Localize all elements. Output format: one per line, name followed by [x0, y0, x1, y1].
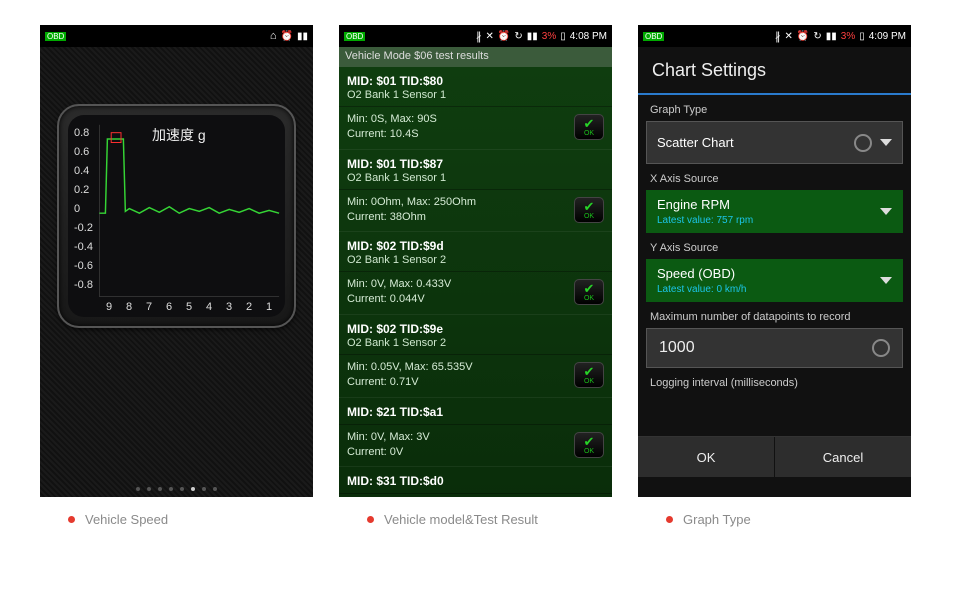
- ok-badge[interactable]: ✔OK: [574, 197, 604, 223]
- status-bar: OBD ∦ ✕ ⏰ ↻ ▮▮ 3% ▯ 4:08 PM: [339, 25, 612, 47]
- obd-icon: OBD: [344, 32, 365, 41]
- caption: Vehicle model&Test Result: [339, 512, 612, 527]
- ok-badge[interactable]: ✔OK: [574, 114, 604, 140]
- obd-icon: OBD: [45, 32, 66, 41]
- max-points-value: 1000: [659, 339, 695, 357]
- graph-type-select[interactable]: Scatter Chart: [646, 121, 903, 164]
- screenshot-vehicle-speed: OBD ⌂ ⏰ ▮▮ 加速度 g: [40, 25, 313, 497]
- bullet-icon: [666, 516, 673, 523]
- x-tick: 7: [146, 301, 152, 313]
- x-tick: 2: [246, 301, 252, 313]
- bullet-icon: [68, 516, 75, 523]
- battery-pct: 3%: [542, 31, 556, 42]
- signal-icon: ▮▮: [297, 31, 308, 42]
- signal-icon: ▮▮: [826, 31, 837, 42]
- ok-badge[interactable]: ✔OK: [574, 432, 604, 458]
- result-header: MID: $02 TID:$9eO2 Bank 1 Sensor 2: [339, 315, 612, 355]
- result-values: Min: 0Ohm, Max: 250OhmCurrent: 38Ohm✔OK: [339, 190, 612, 233]
- bluetooth-icon: ∦: [476, 30, 482, 43]
- y-tick: -0.4: [74, 241, 93, 253]
- screenshot-test-results: OBD ∦ ✕ ⏰ ↻ ▮▮ 3% ▯ 4:08 PM Vehicle Mode…: [339, 25, 612, 497]
- page-indicator: [40, 487, 313, 491]
- y-tick: -0.6: [74, 260, 93, 272]
- max-points-field[interactable]: 1000: [646, 328, 903, 368]
- battery-icon: ▯: [859, 31, 865, 42]
- ok-badge[interactable]: ✔OK: [574, 279, 604, 305]
- x-tick: 6: [166, 301, 172, 313]
- result-values: Min: 0S, Max: 90SCurrent: 10.4S✔OK: [339, 107, 612, 150]
- x-tick: 8: [126, 301, 132, 313]
- radio-icon: [872, 339, 890, 357]
- ok-button[interactable]: OK: [638, 437, 775, 477]
- result-header: MID: $21 TID:$a1: [339, 398, 612, 425]
- mute-icon: ✕: [486, 31, 494, 42]
- y-tick: 0.8: [74, 127, 89, 139]
- y-axis-label: Y Axis Source: [650, 242, 899, 254]
- settings-scroll[interactable]: Graph Type Scatter Chart X Axis Source E…: [638, 95, 911, 436]
- chevron-down-icon: [880, 208, 892, 215]
- y-axis-select[interactable]: Speed (OBD) Latest value: 0 km/h: [646, 259, 903, 302]
- y-tick: 0.4: [74, 165, 89, 177]
- screenshot-chart-settings: OBD ∦ ✕ ⏰ ↻ ▮▮ 3% ▯ 4:09 PM Chart Settin…: [638, 25, 911, 497]
- graph-type-value: Scatter Chart: [657, 135, 734, 150]
- x-tick: 1: [266, 301, 272, 313]
- battery-pct: 3%: [841, 31, 855, 42]
- result-header: MID: $01 TID:$80O2 Bank 1 Sensor 1: [339, 67, 612, 107]
- x-axis-label: X Axis Source: [650, 173, 899, 185]
- dialog-title: Chart Settings: [638, 47, 911, 95]
- result-values: Min: 0.05V, Max: 65.535VCurrent: 0.71V✔O…: [339, 355, 612, 398]
- ok-badge[interactable]: ✔OK: [574, 362, 604, 388]
- y-axis-latest: Latest value: 0 km/h: [657, 284, 747, 295]
- result-header: MID: $01 TID:$87O2 Bank 1 Sensor 1: [339, 150, 612, 190]
- bullet-icon: [367, 516, 374, 523]
- logging-interval-label: Logging interval (milliseconds): [650, 377, 899, 389]
- chart-gauge-frame: 加速度 g 0.80.60.40.20-0.2-0.4-0.6-0.8 9876…: [57, 104, 296, 328]
- x-axis-latest: Latest value: 757 rpm: [657, 215, 753, 226]
- sync-icon: ↻: [813, 31, 821, 42]
- mute-icon: ✕: [785, 31, 793, 42]
- x-tick: 4: [206, 301, 212, 313]
- screen-title: Vehicle Mode $06 test results: [339, 47, 612, 67]
- result-values: Min: 0V, Max: 0.433VCurrent: 0.044V✔OK: [339, 272, 612, 315]
- alarm-icon: ⏰: [281, 31, 293, 42]
- alarm-icon: ⏰: [797, 31, 809, 42]
- chevron-down-icon: [880, 277, 892, 284]
- line-chart: [68, 115, 285, 317]
- y-tick: 0.6: [74, 146, 89, 158]
- chevron-down-icon: [880, 139, 892, 146]
- y-tick: 0.2: [74, 184, 89, 196]
- y-tick: -0.2: [74, 222, 93, 234]
- x-tick: 9: [106, 301, 112, 313]
- graph-type-label: Graph Type: [650, 104, 899, 116]
- alarm-icon: ⏰: [498, 31, 510, 42]
- signal-icon: ▮▮: [527, 31, 538, 42]
- results-list[interactable]: MID: $01 TID:$80O2 Bank 1 Sensor 1Min: 0…: [339, 67, 612, 497]
- x-tick: 5: [186, 301, 192, 313]
- sync-icon: ↻: [514, 31, 522, 42]
- clock: 4:09 PM: [869, 31, 906, 42]
- clock: 4:08 PM: [570, 31, 607, 42]
- status-bar: OBD ⌂ ⏰ ▮▮: [40, 25, 313, 47]
- x-axis-select[interactable]: Engine RPM Latest value: 757 rpm: [646, 190, 903, 233]
- cancel-button[interactable]: Cancel: [775, 437, 911, 477]
- status-bar: OBD ∦ ✕ ⏰ ↻ ▮▮ 3% ▯ 4:09 PM: [638, 25, 911, 47]
- caption: Graph Type: [638, 512, 911, 527]
- y-tick: 0: [74, 203, 80, 215]
- result-header: MID: $31 TID:$d0: [339, 467, 612, 494]
- y-tick: -0.8: [74, 279, 93, 291]
- bluetooth-icon: ⌂: [270, 30, 277, 42]
- max-points-label: Maximum number of datapoints to record: [650, 311, 899, 323]
- bluetooth-icon: ∦: [775, 30, 781, 43]
- result-values: Min: 0V, Max: 3VCurrent: 0V✔OK: [339, 425, 612, 468]
- x-axis-value: Engine RPM: [657, 197, 753, 212]
- result-header: MID: $02 TID:$9dO2 Bank 1 Sensor 2: [339, 232, 612, 272]
- caption: Vehicle Speed: [40, 512, 313, 527]
- radio-icon: [854, 134, 872, 152]
- y-axis-value: Speed (OBD): [657, 266, 747, 281]
- obd-icon: OBD: [643, 32, 664, 41]
- x-tick: 3: [226, 301, 232, 313]
- battery-icon: ▯: [560, 31, 566, 42]
